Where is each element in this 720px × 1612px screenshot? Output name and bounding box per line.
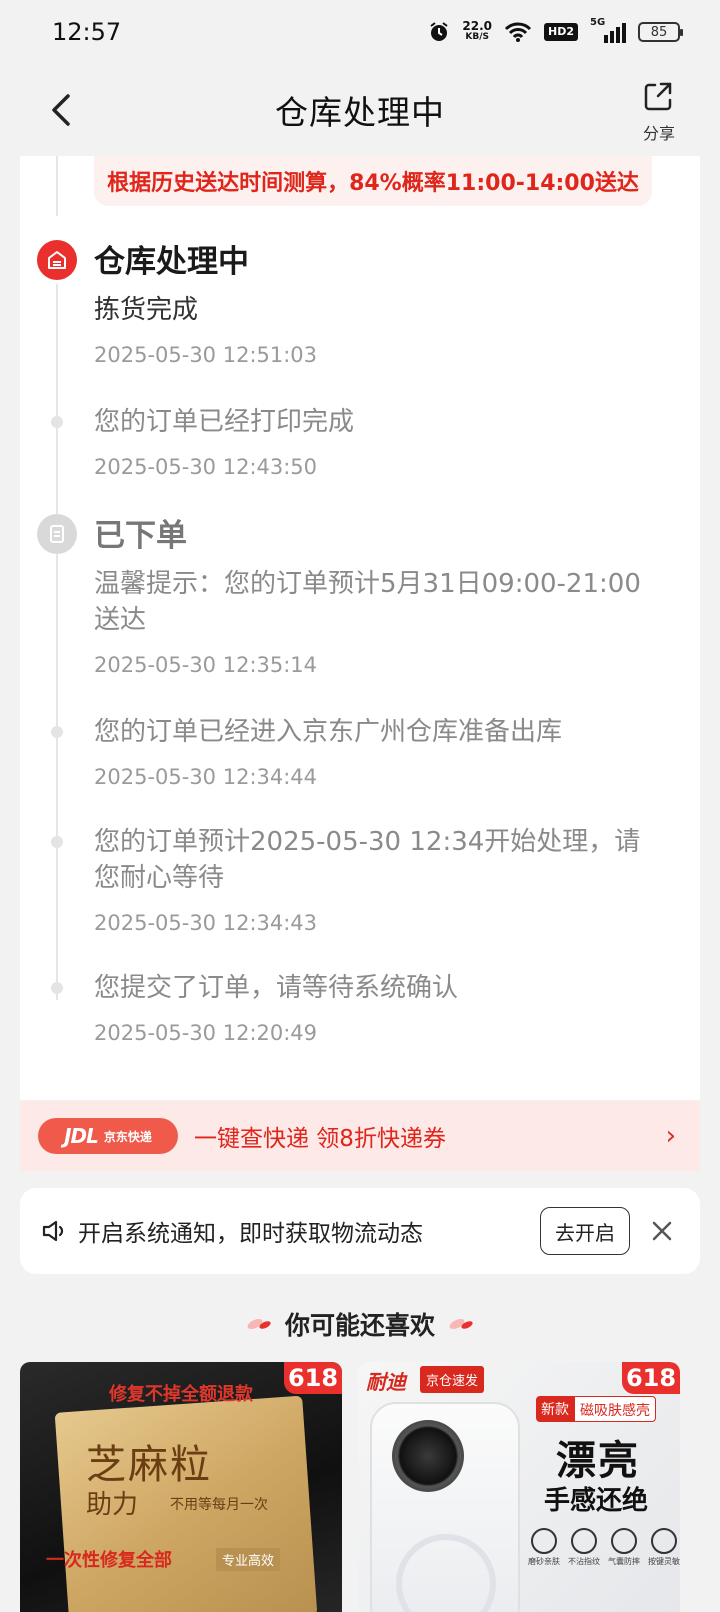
product-highlight: 一次性修复全部 — [46, 1550, 172, 1571]
promo-badge: 618 — [622, 1362, 680, 1394]
share-button[interactable]: 分享 — [634, 78, 684, 144]
net-speed: 22.0 KB/S — [462, 19, 492, 42]
share-label: 分享 — [642, 124, 675, 143]
timeline-time: 2025-05-30 12:43:50 — [94, 455, 318, 479]
timeline-entry: 您提交了订单，请等待系统确认 2025-05-30 12:20:49 — [94, 970, 654, 1048]
timeline-line — [56, 156, 58, 216]
timeline-entry: 您的订单已经进入京东广州仓库准备出库 2025-05-30 12:34:44 — [94, 714, 654, 792]
page-title: 仓库处理中 — [275, 93, 445, 132]
chevron-right-icon: › — [665, 1121, 676, 1151]
enable-notification-button[interactable]: 去开启 — [540, 1207, 630, 1255]
share-icon — [644, 82, 672, 111]
notification-text: 开启系统通知，即时获取物流动态 — [78, 1221, 423, 1247]
hd-icon: HD2 — [544, 23, 578, 41]
nav-bar: 仓库处理中 分享 — [0, 64, 720, 156]
timeline-dot — [51, 836, 63, 848]
close-icon — [652, 1221, 672, 1241]
timeline-desc: 您的订单已经进入京东广州仓库准备出库 — [94, 717, 563, 747]
timeline-entry: 仓库处理中 拣货完成 2025-05-30 12:51:03 — [94, 242, 654, 370]
timeline-desc: 您的订单预计2025-05-30 12:34开始处理，请您耐心等待 — [94, 827, 641, 893]
timeline-status: 已下单 — [94, 518, 187, 554]
close-button[interactable] — [642, 1211, 682, 1251]
timeline-time: 2025-05-30 12:34:43 — [94, 911, 318, 935]
status-time: 12:57 — [52, 18, 122, 46]
timeline-entry: 您的订单预计2025-05-30 12:34开始处理，请您耐心等待 2025-0… — [94, 824, 654, 938]
status-bar: 12:57 22.0 KB/S HD2 5G 85 — [0, 0, 720, 64]
timeline-time: 2025-05-30 12:20:49 — [94, 1021, 318, 1045]
timeline-dot — [51, 416, 63, 428]
feature-item: 磨砂亲肤 — [528, 1528, 560, 1567]
shipping-tag: 京仓速发 — [420, 1366, 485, 1393]
timeline-time: 2025-05-30 12:34:44 — [94, 765, 318, 789]
timeline-status: 仓库处理中 — [94, 244, 249, 280]
timeline-dot — [51, 982, 63, 994]
timeline-entry: 已下单 温馨提示：您的订单预计5月31日09:00-21:00送达 2025-0… — [94, 516, 654, 680]
warehouse-icon — [48, 251, 66, 269]
tag-feature: 磁吸肤感壳 — [574, 1396, 656, 1422]
feature-item: 气囊防摔 — [608, 1528, 640, 1567]
delivery-prediction: 根据历史送达时间测算，84%概率11:00-14:00送达 — [94, 156, 652, 206]
document-icon — [50, 525, 64, 543]
feature-list: 磨砂亲肤 不沾指纹 气囊防摔 按键灵敏 — [528, 1528, 680, 1567]
timeline-desc: 您提交了订单，请等待系统确认 — [94, 973, 459, 1003]
battery-icon: 85 — [638, 22, 683, 42]
product-subtitle: 手感还绝 — [544, 1486, 649, 1516]
status-icons: 22.0 KB/S HD2 5G 85 — [428, 17, 683, 43]
wifi-icon — [504, 22, 532, 42]
timeline-desc: 您的订单已经打印完成 — [94, 407, 355, 437]
timeline-line — [56, 284, 58, 534]
product-subtitle: 助力 — [86, 1490, 139, 1520]
product-tag: 专业高效 — [216, 1548, 281, 1571]
timeline-time: 2025-05-30 12:35:14 — [94, 653, 318, 677]
logistics-timeline-card: 根据历史送达时间测算，84%概率11:00-14:00送达 仓库处理中 拣货完成… — [20, 156, 700, 1100]
timeline-dot — [51, 726, 63, 738]
feature-item: 不沾指纹 — [568, 1528, 600, 1567]
timeline-desc: 温馨提示：您的订单预计5月31日09:00-21:00送达 — [94, 569, 641, 635]
alarm-icon — [430, 22, 448, 41]
notification-prompt: 开启系统通知，即时获取物流动态 去开启 — [20, 1188, 700, 1274]
product-card[interactable]: 耐迪 京仓速发 新款 磁吸肤感壳 漂亮 手感还绝 磨砂亲肤 不沾指纹 气囊防摔 … — [358, 1362, 680, 1612]
product-tag: 新款 磁吸肤感壳 — [536, 1396, 656, 1422]
jdl-banner-text: 一键查快递 领8折快递券 — [194, 1126, 446, 1152]
decoration-icon — [247, 1319, 271, 1329]
camera-lens — [392, 1420, 464, 1492]
feature-item: 按键灵敏 — [648, 1528, 680, 1567]
timeline-line — [56, 554, 58, 1000]
promo-badge: 618 — [284, 1362, 342, 1394]
tag-new: 新款 — [536, 1396, 574, 1422]
recommend-header: 你可能还喜欢 — [0, 1296, 720, 1352]
jdl-logo: JDL 京东快递 — [38, 1118, 178, 1154]
jdl-express-banner[interactable]: JDL 京东快递 一键查快递 领8折快递券 › — [20, 1101, 700, 1171]
product-card[interactable]: 修复不掉全额退款 芝麻粒 助力 不用等每月一次 一次性修复全部 专业高效 618 — [20, 1362, 342, 1612]
recommend-title: 你可能还喜欢 — [284, 1311, 435, 1340]
timeline-time: 2025-05-30 12:51:03 — [94, 343, 318, 367]
timeline-desc: 拣货完成 — [94, 295, 199, 325]
warehouse-status-icon — [37, 240, 77, 280]
brand-logo: 耐迪 — [366, 1370, 406, 1394]
speaker-icon — [42, 1220, 64, 1242]
jdl-logo-subtext: 京东快递 — [103, 1129, 152, 1144]
back-button[interactable] — [44, 90, 84, 130]
timeline-entry: 您的订单已经打印完成 2025-05-30 12:43:50 — [94, 404, 654, 482]
decoration-icon — [449, 1319, 473, 1329]
product-title: 漂亮 — [556, 1438, 640, 1484]
product-note: 不用等每月一次 — [170, 1497, 268, 1513]
chevron-left-icon — [52, 94, 70, 126]
ordered-status-icon — [37, 514, 77, 554]
product-title: 芝麻粒 — [86, 1442, 212, 1488]
jdl-logo-text: JDL — [64, 1124, 99, 1148]
signal-icon: 5G — [590, 17, 626, 43]
